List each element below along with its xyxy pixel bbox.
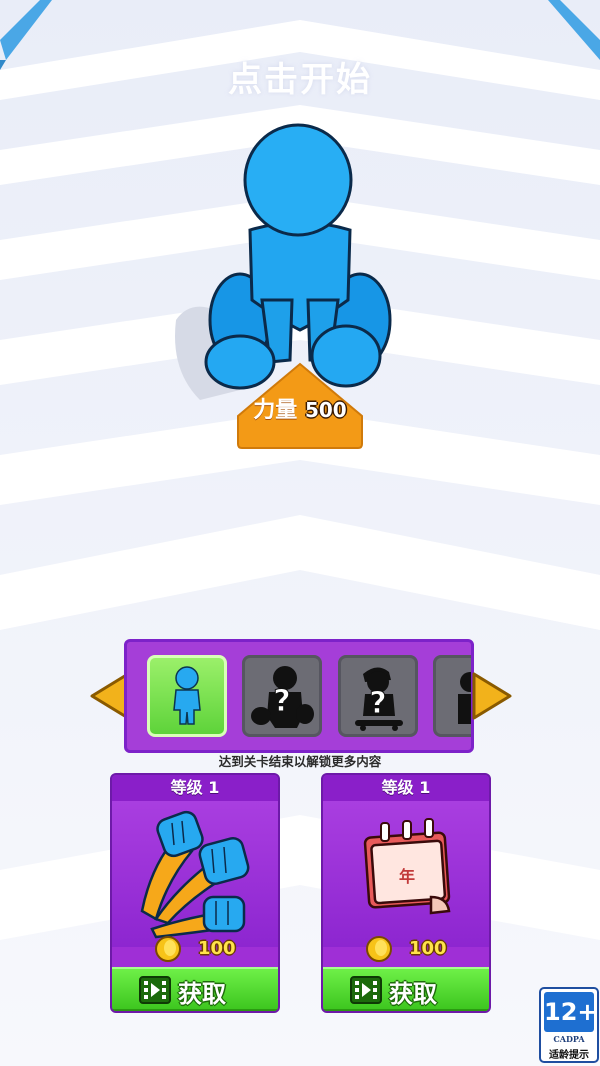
upgrade-price: 100 [409,938,447,959]
age-rating-tip: 适龄提示 [549,1050,589,1061]
skin-slot-locked[interactable] [433,655,471,737]
upgrade-price: 100 [198,938,236,959]
get-button-label: 获取 [178,980,226,1008]
svg-text:?: ? [369,686,386,721]
coin-icon [366,936,392,962]
upgrade-icon-area: 年 [323,801,489,947]
svg-text:?: ? [273,684,290,719]
fists-icon [140,810,250,939]
power-value: 500 [304,398,347,422]
power-label: 力量 [253,398,298,423]
tap-to-start-label[interactable]: 点击开始 [0,52,600,101]
video-ad-icon [139,976,171,1004]
age-rating-value: 12+ [544,992,598,1032]
power-readout: 力量 500 [236,392,364,424]
locked-skin-silhouette-icon [458,672,471,724]
calendar-icon: 年 [363,818,451,915]
calendar-year-char: 年 [399,867,415,886]
upgrade-icon-area [112,801,278,947]
age-rating-org: CADPA [553,1034,585,1044]
get-upgrade-button[interactable]: 获取 [112,967,278,1011]
skin-slot-locked[interactable]: ? [242,655,322,737]
upgrade-cost: 100 [323,933,489,967]
skin-selector: ? ? [124,639,474,753]
age-rating-badge[interactable]: 12+ CADPA 适龄提示 [539,987,599,1063]
upgrade-cost: 100 [112,933,278,967]
get-button-label: 获取 [389,980,437,1008]
upgrade-card-fists: 等级 1 100 获取 [110,773,280,1013]
coin-icon [155,936,181,962]
unlock-hint-text: 达到关卡结束以解锁更多内容 [218,754,382,769]
track-background [0,0,600,1066]
video-ad-icon [350,976,382,1004]
upgrade-card-calendar: 等级 1 年 100 获取 [321,773,491,1013]
skin-next-arrow[interactable] [470,670,514,722]
upgrade-level-label: 等级 1 [323,775,489,801]
skin-slot-selected[interactable] [147,655,227,737]
game-scene[interactable]: 点击开始 力量 500 ? ? 达到关卡结束以解锁更多内容 等级 1 100 获… [0,0,600,1066]
locked-skin-silhouette-icon: ? [251,666,314,728]
upgrade-level-label: 等级 1 [112,775,278,801]
get-upgrade-button[interactable]: 获取 [323,967,489,1011]
blue-runner-icon [173,666,201,725]
skin-slot-locked[interactable]: ? [338,655,418,737]
locked-skateboard-silhouette-icon: ? [355,667,403,731]
